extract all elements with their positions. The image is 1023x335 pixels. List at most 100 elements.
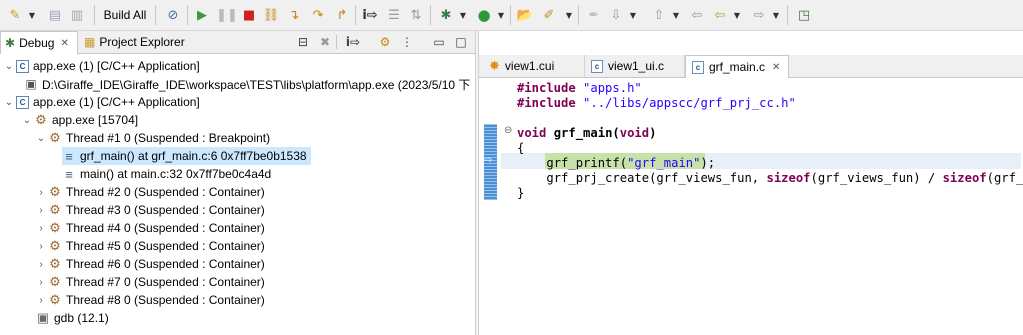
terminate-icon[interactable]: ■ [240,4,258,26]
tab-grf-main-c[interactable]: c grf_main.c ✕ [685,55,789,78]
tree-label: Thread #3 0 (Suspended : Container) [66,203,265,217]
expand-arrow-icon[interactable]: ⌄ [4,97,14,108]
code-keyword: #include [517,81,576,95]
back-icon[interactable]: ⇦ [711,4,729,26]
tab-view1-cui[interactable]: ✸ view1.cui [483,55,585,77]
expand-arrow-icon[interactable]: ⌄ [4,61,14,72]
collapsed-arrow-icon[interactable]: › [36,295,46,306]
code-brace: { [517,141,525,155]
previous-annotation-dropdown-icon[interactable]: ▼ [670,4,680,26]
back-dropdown-icon[interactable]: ▼ [731,4,741,26]
debug-target-item[interactable]: ⌄ ⚙ app.exe [15704] [22,111,138,129]
stack-frame-item[interactable]: ≡ grf_main() at grf_main.c:6 0x7ff7be0b1… [62,147,311,165]
collapsed-arrow-icon[interactable]: › [36,241,46,252]
code-line: #include "../libs/appscc/grf_prj_cc.h" [517,96,1023,111]
code-string: "grf_main" [627,156,701,170]
view-menu-icon[interactable]: ⋮ [398,34,416,50]
instruction-stepping-icon[interactable]: i⇨ [344,34,362,50]
tab-project-explorer[interactable]: ▦ Project Explorer [80,31,192,53]
project-explorer-icon: ▦ [84,35,96,49]
code-keyword: void [517,126,547,140]
disconnect-icon[interactable]: ⛓ [262,4,280,26]
external-tools-dropdown-icon[interactable]: ▼ [563,4,573,26]
editor-tab-bar: ✸ view1.cui c view1_ui.c c grf_main.c ✕ [479,55,1023,78]
thread-item[interactable]: › ⚙ Thread #7 0 (Suspended : Container) [36,273,264,291]
thread-item[interactable]: › ⚙ Thread #8 0 (Suspended : Container) [36,291,264,309]
build-all-button[interactable]: Build All [101,4,149,26]
gdb-item[interactable]: ▣ gdb (12.1) [36,309,109,327]
save-all-icon[interactable]: ▥ [68,4,86,26]
forward-dropdown-icon[interactable]: ▼ [770,4,780,26]
tab-project-explorer-label: Project Explorer [99,35,185,49]
stack-frame-item[interactable]: ≡ main() at main.c:32 0x7ff7be0c4a4d [62,165,271,183]
thread-item[interactable]: › ⚙ Thread #6 0 (Suspended : Container) [36,255,264,273]
maximize-icon[interactable]: □ [452,34,470,50]
save-icon[interactable]: ▤ [46,4,64,26]
code-line-current: grf_printf("grf_main"); [517,156,1023,171]
launch-item[interactable]: ⌄ C app.exe (1) [C/C++ Application] [4,93,200,111]
forward-icon[interactable]: ⇨ [750,4,768,26]
collapsed-arrow-icon[interactable]: › [36,187,46,198]
thread-item[interactable]: › ⚙ Thread #5 0 (Suspended : Container) [36,237,264,255]
last-edit-location-icon[interactable]: ⇦ [688,4,706,26]
expand-arrow-icon[interactable]: ⌄ [22,115,32,126]
thread-item[interactable]: › ⚙ Thread #4 0 (Suspended : Container) [36,219,265,237]
tree-label: D:\Giraffe_IDE\Giraffe_IDE\workspace\TES… [42,77,471,92]
new-dropdown-icon[interactable]: ▼ [26,4,36,26]
tree-label: Thread #1 0 (Suspended : Breakpoint) [66,131,271,145]
collapsed-arrow-icon[interactable]: › [36,223,46,234]
run-to-line-icon[interactable]: ☰ [385,4,403,26]
launch-item[interactable]: ⌄ C app.exe (1) [C/C++ Application] [4,57,200,75]
minimize-icon[interactable]: ▭ [430,34,448,50]
next-annotation-icon[interactable]: ⇩ [607,4,625,26]
remove-terminated-icon[interactable]: ✖ [316,34,334,50]
fold-toggle-icon[interactable]: ⊖ [504,125,512,136]
code-keyword: #include [517,96,576,110]
collapsed-arrow-icon[interactable]: › [36,259,46,270]
suspend-icon[interactable]: ❚❚ [216,4,238,26]
tab-debug[interactable]: ✱ Debug ✕ [0,31,78,54]
thread-item[interactable]: ⌄ ⚙ Thread #1 0 (Suspended : Breakpoint) [36,129,270,147]
close-icon[interactable]: ✕ [60,38,68,49]
drop-to-frame-icon[interactable]: ⇅ [407,4,425,26]
thread-suspended-icon: ⚙ [49,184,61,199]
open-perspective-icon[interactable]: ◳ [795,4,813,26]
code-punct: ) [649,126,657,140]
editor-gutter[interactable] [479,78,499,335]
open-folder-icon[interactable]: 📂 [516,4,534,26]
toolbar-separator [94,5,95,25]
process-icon: ▣ [25,77,37,91]
thread-suspended-icon: ⚙ [49,292,61,307]
instruction-stepping-icon[interactable]: i⇨ [361,4,379,26]
collapsed-arrow-icon[interactable]: › [36,277,46,288]
thread-item[interactable]: › ⚙ Thread #2 0 (Suspended : Container) [36,183,264,201]
code-function-name: grf_main [553,126,613,140]
debug-settings-icon[interactable]: ⚙ [376,34,394,50]
close-icon[interactable]: ✕ [772,62,780,73]
skip-breakpoints-icon[interactable]: ⊘ [164,4,182,26]
tree-label: Thread #4 0 (Suspended : Container) [66,221,265,235]
collapse-all-icon[interactable]: ⊟ [294,34,312,50]
thread-item[interactable]: › ⚙ Thread #3 0 (Suspended : Container) [36,201,265,219]
process-item[interactable]: ▣ D:\Giraffe_IDE\Giraffe_IDE\workspace\T… [24,75,470,93]
step-into-icon[interactable]: ↴ [285,4,303,26]
collapsed-arrow-icon[interactable]: › [36,205,46,216]
code-editor[interactable]: #include "apps.h" #include "../libs/apps… [517,81,1023,201]
debug-dropdown-icon[interactable]: ▼ [457,4,467,26]
external-tools-icon[interactable]: ✐ [540,4,558,26]
resume-icon[interactable]: ▶ [193,4,211,26]
edit-icon[interactable]: ✒ [585,4,603,26]
code-line: { [517,141,1023,156]
next-annotation-dropdown-icon[interactable]: ▼ [627,4,637,26]
step-return-icon[interactable]: ↱ [333,4,351,26]
expand-arrow-icon[interactable]: ⌄ [36,133,46,144]
step-over-icon[interactable]: ↷ [309,4,327,26]
previous-annotation-icon[interactable]: ⇧ [650,4,668,26]
c-application-icon: C [16,95,29,109]
run-icon[interactable]: ● [475,4,493,26]
run-dropdown-icon[interactable]: ▼ [495,4,505,26]
tab-view1-ui-c[interactable]: c view1_ui.c [585,55,685,77]
new-icon[interactable]: ✎ [6,4,24,26]
debug-icon[interactable]: ✱ [437,4,455,26]
